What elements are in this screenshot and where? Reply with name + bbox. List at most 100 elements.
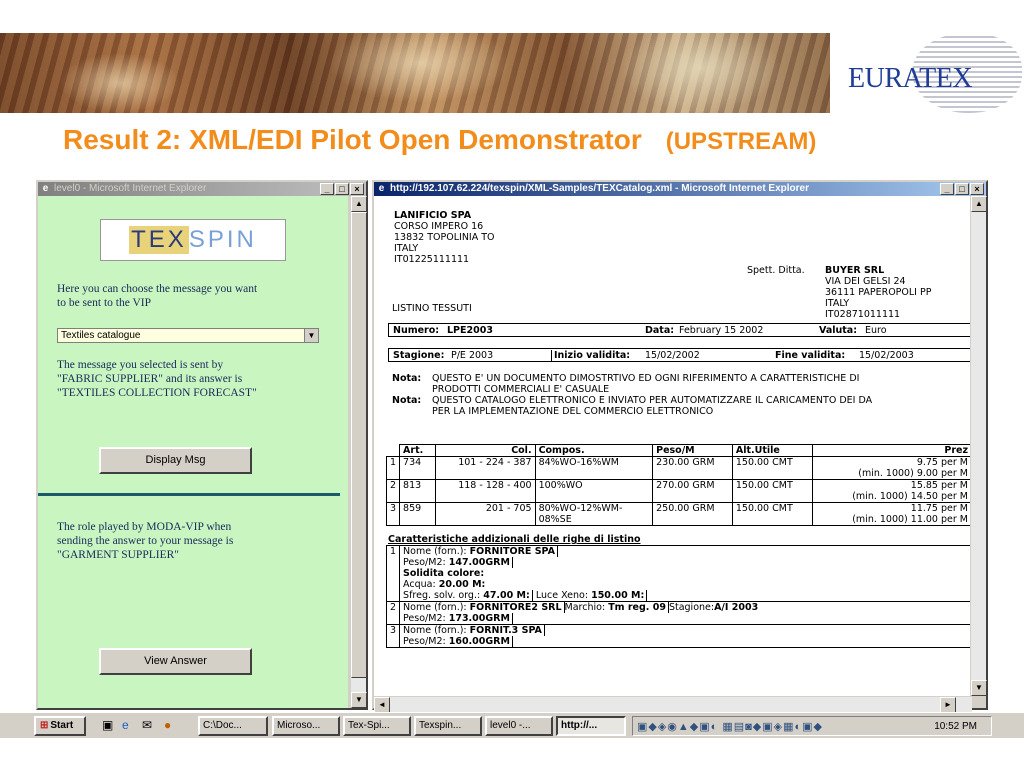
close-button[interactable]: × xyxy=(970,183,984,195)
col-header-peso: Peso/M xyxy=(652,444,733,457)
display-msg-button[interactable]: Display Msg xyxy=(99,447,252,474)
row-prezzo: 15.85 per M (min. 1000) 14.50 per M xyxy=(811,479,972,503)
task-texspin-2[interactable]: Texspin... xyxy=(414,716,482,736)
buyer-address: VIA DEI GELSI 24 xyxy=(825,276,906,287)
minimize-button[interactable]: _ xyxy=(940,183,954,195)
col-header-art: Art. xyxy=(399,444,436,457)
xml-catalog-document: LANIFICIO SPA CORSO IMPERO 16 13832 TOPO… xyxy=(374,196,972,696)
acqua-value: 20.00 M: xyxy=(438,579,486,590)
fine-value: 15/02/2003 xyxy=(859,350,914,361)
task-explorer[interactable]: C:\Doc... xyxy=(198,716,268,736)
valuta-label: Valuta: xyxy=(819,325,858,336)
start-button[interactable]: ⊞ Start xyxy=(34,716,86,736)
peso-label: Peso/M2: xyxy=(403,636,446,647)
maximize-button[interactable]: □ xyxy=(955,183,969,195)
row-prezzo: 9.75 per M (min. 1000) 9.00 per M xyxy=(811,456,972,480)
row-prezzo-min: (min. 1000) 11.00 per M xyxy=(852,514,968,525)
role-text-line-2: sending the answer to your message is xyxy=(57,535,234,547)
row-number: 2 xyxy=(385,479,401,503)
fine-label: Fine validita: xyxy=(775,350,846,361)
outlook-icon[interactable]: ✉ xyxy=(142,718,152,732)
solidita-label: Solidita colore: xyxy=(403,568,485,579)
extra-row-content: Nome (forn.): FORNIT.3 SPA Peso/M2: 160.… xyxy=(399,624,972,648)
media-player-icon[interactable]: ● xyxy=(164,718,171,732)
inizio-label: Inizio validita: xyxy=(551,350,630,361)
texspin-logo: TEX SPIN xyxy=(100,219,286,261)
sender-vat: IT01225111111 xyxy=(394,254,470,265)
message-select[interactable]: Textiles catalogue ▼ xyxy=(57,328,319,343)
close-button[interactable]: × xyxy=(350,183,364,195)
table-row: 1 734 101 - 224 - 387 84%WO-16%WM 230.00… xyxy=(385,456,972,480)
peso-value: 173.00GRM xyxy=(448,613,513,624)
textile-photo xyxy=(0,33,830,113)
extra-title: Caratteristiche addizionali delle righe … xyxy=(388,534,641,545)
data-value: February 15 2002 xyxy=(679,325,764,336)
right-browser-window: e http://192.107.62.224/texspin/XML-Samp… xyxy=(372,180,988,713)
row-peso: 270.00 GRM xyxy=(652,479,733,503)
nome-label: Nome (forn.): xyxy=(403,602,467,613)
scroll-left-icon[interactable]: ◄ xyxy=(374,697,390,713)
left-browser-window: e level0 - Microsoft Internet Explorer _… xyxy=(36,180,368,710)
sender-address: CORSO IMPERO 16 xyxy=(394,221,484,232)
minimize-button[interactable]: _ xyxy=(320,183,334,195)
windows-flag-icon: ⊞ xyxy=(40,720,49,731)
peso-label: Peso/M2: xyxy=(403,557,446,568)
slide-title: Result 2: XML/EDI Pilot Open Demonstrato… xyxy=(63,124,816,156)
view-answer-button[interactable]: View Answer xyxy=(99,648,252,675)
texspin-logo-spin: SPIN xyxy=(188,226,257,253)
task-powerpoint[interactable]: Microso... xyxy=(272,716,340,736)
task-texspin-1[interactable]: Tex-Spi... xyxy=(343,716,411,736)
peso-value: 147.00GRM xyxy=(448,557,513,568)
acqua-label: Acqua: xyxy=(403,579,436,590)
row-alt: 150.00 CMT xyxy=(731,479,813,503)
scroll-right-icon[interactable]: ► xyxy=(940,697,956,713)
slide-title-main: Result 2: XML/EDI Pilot Open Demonstrato… xyxy=(63,124,642,155)
inizio-value: 15/02/2002 xyxy=(645,350,700,361)
chevron-down-icon[interactable]: ▼ xyxy=(304,329,318,342)
row-col: 101 - 224 - 387 xyxy=(434,456,536,480)
marchio-value: Tm reg. 09 xyxy=(608,602,669,613)
maximize-button[interactable]: □ xyxy=(335,183,349,195)
col-header-compos: Compos. xyxy=(534,444,654,457)
scroll-down-icon[interactable]: ▼ xyxy=(351,692,367,708)
scroll-thumb[interactable] xyxy=(351,212,367,678)
banner: EURATEX xyxy=(0,33,1024,113)
nome-value: FORNITORE SPA xyxy=(469,546,558,557)
buyer-country: ITALY xyxy=(825,298,850,309)
nome-label: Nome (forn.): xyxy=(403,546,467,557)
row-number: 3 xyxy=(385,502,401,526)
horizontal-scrollbar[interactable]: ◄ ► xyxy=(374,696,972,713)
choose-text-line-1: Here you can choose the message you want xyxy=(57,283,258,295)
scroll-down-icon[interactable]: ▼ xyxy=(971,680,987,696)
left-vertical-scrollbar[interactable]: ▲ ▼ xyxy=(350,196,367,708)
sender-country: ITALY xyxy=(394,243,419,254)
sender-city: 13832 TOPOLINIA TO xyxy=(394,232,495,243)
row-col: 118 - 128 - 400 xyxy=(434,479,536,503)
row-alt: 150.00 CMT xyxy=(731,502,813,526)
show-desktop-icon[interactable]: ▣ xyxy=(102,718,113,732)
extra-row-number: 2 xyxy=(385,601,401,625)
ie-quicklaunch-icon[interactable]: e xyxy=(122,718,129,732)
buyer-vat: IT02871011111 xyxy=(825,309,901,320)
taskbar: ⊞ Start ▣ e ✉ ● C:\Doc... Microso... Tex-… xyxy=(0,712,1024,738)
col-header-col: Col. xyxy=(434,444,536,457)
task-http[interactable]: http://... xyxy=(556,716,626,736)
nota-1-label: Nota: xyxy=(392,373,422,384)
extra-row-number: 3 xyxy=(385,624,401,648)
right-window-title: http://192.107.62.224/texspin/XML-Sample… xyxy=(390,183,810,194)
tray-icons[interactable]: ▣◆◈◉▲◆▣◐ ▦▤◙◆▣◈▦◐▣◆ xyxy=(637,720,823,733)
row-prezzo-base: 15.85 per M xyxy=(910,480,968,491)
info-text-line-2: "FABRIC SUPPLIER" and its answer is xyxy=(57,373,243,385)
scroll-up-icon[interactable]: ▲ xyxy=(971,196,987,212)
nome-value: FORNITORE2 SRL xyxy=(469,602,565,613)
ie-icon: e xyxy=(42,183,49,194)
extra-row: 3 Nome (forn.): FORNIT.3 SPA Peso/M2: 16… xyxy=(385,624,972,648)
spett-label: Spett. Ditta. xyxy=(747,265,805,276)
scroll-up-icon[interactable]: ▲ xyxy=(351,196,367,212)
marchio-label: Marchio: xyxy=(564,602,606,613)
row-art: 859 xyxy=(399,502,436,526)
task-level0[interactable]: level0 -... xyxy=(485,716,553,736)
row-prezzo-base: 9.75 per M xyxy=(916,457,968,468)
row-compos-line-1: 80%WO-12%WM- xyxy=(538,503,623,514)
right-vertical-scrollbar[interactable]: ▲ ▼ xyxy=(970,196,987,696)
